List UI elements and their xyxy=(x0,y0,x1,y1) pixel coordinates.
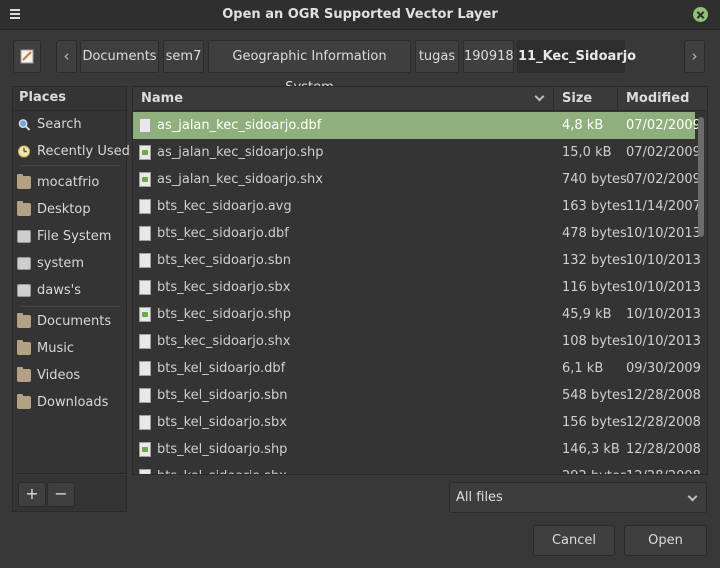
sidebar-item-recently-used[interactable]: Recently Used xyxy=(17,141,130,163)
chevron-down-icon xyxy=(687,491,698,502)
shape-file-icon xyxy=(139,469,151,474)
path-back-button[interactable]: ‹ xyxy=(56,40,77,73)
file-row[interactable]: bts_kel_sidoarjo.shx 292 bytes 12/28/200… xyxy=(133,463,701,474)
cancel-button[interactable]: Cancel xyxy=(533,525,615,556)
pencil-icon xyxy=(20,49,34,64)
file-row[interactable]: as_jalan_kec_sidoarjo.shx 740 bytes 07/0… xyxy=(133,166,701,193)
sidebar-item-file-system[interactable]: File System xyxy=(17,226,111,248)
desktop-folder-icon xyxy=(17,201,31,216)
drive-icon xyxy=(17,230,31,243)
sidebar-item-daws[interactable]: daws's xyxy=(17,280,81,302)
file-row[interactable]: bts_kel_sidoarjo.shp 146,3 kB 12/28/2008 xyxy=(133,436,701,463)
file-row[interactable]: bts_kel_sidoarjo.sbn 548 bytes 12/28/200… xyxy=(133,382,701,409)
file-row[interactable]: bts_kec_sidoarjo.dbf 478 bytes 10/10/201… xyxy=(133,220,701,247)
file-row[interactable]: bts_kec_sidoarjo.avg 163 bytes 11/14/200… xyxy=(133,193,701,220)
file-icon xyxy=(139,388,151,403)
remove-bookmark-button[interactable]: − xyxy=(47,482,75,507)
column-header-modified[interactable]: Modified xyxy=(618,87,707,111)
file-icon xyxy=(139,280,151,295)
sidebar-divider xyxy=(21,306,121,307)
file-row[interactable]: bts_kec_sidoarjo.shp 45,9 kB 10/10/2013 xyxy=(133,301,701,328)
sidebar-item-desktop[interactable]: Desktop xyxy=(17,199,91,221)
file-type-filter-select[interactable]: All files xyxy=(449,482,707,513)
sidebar-item-videos[interactable]: Videos xyxy=(17,365,80,387)
downloads-folder-icon xyxy=(17,394,31,409)
sidebar-item-downloads[interactable]: Downloads xyxy=(17,392,108,414)
search-icon xyxy=(18,119,31,131)
breadcrumb-item[interactable]: sem7 xyxy=(163,40,204,73)
shape-file-icon xyxy=(139,145,151,160)
sidebar-item-home[interactable]: mocatfrio xyxy=(17,172,99,194)
column-header-size[interactable]: Size xyxy=(554,87,618,111)
documents-folder-icon xyxy=(17,313,31,328)
drive-icon xyxy=(17,284,31,297)
file-icon xyxy=(139,199,151,214)
shape-file-icon xyxy=(139,442,151,457)
breadcrumb-item[interactable]: Documents xyxy=(80,40,159,73)
file-list: Name Size Modified as_jalan_kec_sidoarjo… xyxy=(132,86,708,475)
breadcrumb-item[interactable]: 190918 xyxy=(463,40,514,73)
breadcrumb-item[interactable]: Geographic Information System xyxy=(208,40,411,95)
file-icon xyxy=(139,118,151,133)
file-row-selected[interactable]: as_jalan_kec_sidoarjo.dbf 4,8 kB 07/02/2… xyxy=(133,112,701,139)
breadcrumb-item-current[interactable]: 11_Kec_Sidoarjo xyxy=(517,40,636,73)
file-row[interactable]: as_jalan_kec_sidoarjo.shp 15,0 kB 07/02/… xyxy=(133,139,701,166)
file-row[interactable]: bts_kel_sidoarjo.dbf 6,1 kB 09/30/2009 xyxy=(133,355,701,382)
file-list-scrollbar[interactable] xyxy=(698,117,704,237)
titlebar: Open an OGR Supported Vector Layer xyxy=(0,0,720,30)
places-header: Places xyxy=(13,87,126,111)
window-title: Open an OGR Supported Vector Layer xyxy=(222,7,498,22)
drive-icon xyxy=(17,257,31,270)
close-icon[interactable] xyxy=(693,7,708,22)
breadcrumb-item[interactable]: tugas xyxy=(415,40,459,73)
column-header-name[interactable]: Name xyxy=(133,87,554,111)
file-row[interactable]: bts_kec_sidoarjo.shx 108 bytes 10/10/201… xyxy=(133,328,701,355)
file-icon xyxy=(139,253,151,268)
file-icon xyxy=(139,334,151,349)
file-row[interactable]: bts_kec_sidoarjo.sbx 116 bytes 10/10/201… xyxy=(133,274,701,301)
sidebar-item-music[interactable]: Music xyxy=(17,338,74,360)
shape-file-icon xyxy=(139,172,151,187)
path-forward-button[interactable]: › xyxy=(684,40,705,73)
file-icon xyxy=(139,415,151,430)
open-button[interactable]: Open xyxy=(624,525,707,556)
places-sidebar: Places Search Recently Used mocatfrio De… xyxy=(12,86,130,474)
add-bookmark-button[interactable]: + xyxy=(18,482,46,507)
videos-folder-icon xyxy=(17,367,31,382)
home-folder-icon xyxy=(17,174,31,189)
file-row[interactable]: bts_kel_sidoarjo.sbx 156 bytes 12/28/200… xyxy=(133,409,701,436)
sort-chevron-icon xyxy=(534,91,545,102)
sidebar-divider xyxy=(21,165,121,166)
file-icon xyxy=(139,226,151,241)
edit-location-button[interactable] xyxy=(13,40,41,73)
sidebar-item-system[interactable]: system xyxy=(17,253,84,275)
music-folder-icon xyxy=(17,340,31,355)
file-icon xyxy=(139,361,151,376)
file-row[interactable]: bts_kec_sidoarjo.sbn 132 bytes 10/10/201… xyxy=(133,247,701,274)
sidebar-item-documents[interactable]: Documents xyxy=(17,311,111,333)
clock-icon xyxy=(17,145,31,158)
sidebar-item-search[interactable]: Search xyxy=(17,114,82,136)
shape-file-icon xyxy=(139,307,151,322)
